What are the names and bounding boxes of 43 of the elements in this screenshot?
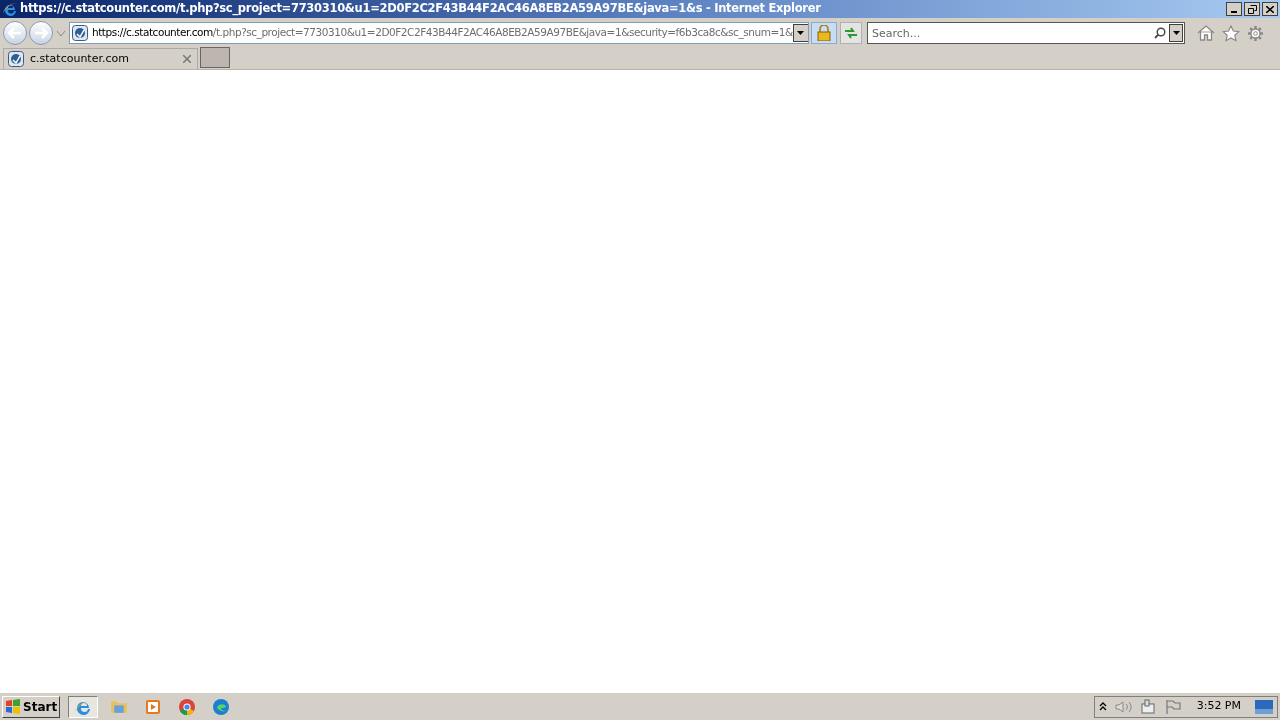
window-title: https://c.statcounter.com/t.php?sc_project=7730310&u1=2D0F2C2F43B44F2AC46A8EB2A59A97BE&java=1&s - Internet Explorer (20, 0, 821, 18)
close-button[interactable] (1262, 2, 1278, 16)
home-icon[interactable] (1197, 25, 1215, 41)
round-browser-icon (178, 697, 197, 716)
network-icon[interactable] (1140, 699, 1157, 714)
browser-logo-icon (2, 1, 18, 17)
restore-icon (1247, 4, 1257, 14)
forward-button[interactable] (29, 21, 53, 45)
close-icon (1266, 5, 1274, 13)
show-desktop-icon[interactable] (1255, 699, 1273, 714)
windows-flag-icon (5, 699, 21, 714)
search-field[interactable]: Search... (867, 22, 1185, 44)
clock-time[interactable]: 3:52 PM (1196, 698, 1241, 715)
search-icon (1154, 27, 1166, 39)
show-hidden-icons-icon[interactable] (1098, 702, 1107, 711)
forward-arrow-icon (34, 27, 48, 39)
favorites-star-icon[interactable] (1222, 24, 1240, 42)
wave-browser-icon (212, 697, 231, 716)
address-field[interactable]: https://c.statcounter.com/t.php?sc_project=7730310&u1=2D0F2C2F43B44F2AC46A8EB2A59A97BE&java=1&security=f6b3ca8c&sc_snum=1& (69, 22, 809, 44)
back-arrow-icon (8, 27, 22, 39)
speaker-icon[interactable] (1114, 699, 1133, 714)
back-button[interactable] (3, 21, 27, 45)
new-tab-button[interactable] (200, 47, 230, 68)
media-player-icon (144, 697, 163, 716)
url-text: https://c.statcounter.com/t.php?sc_project=7730310&u1=2D0F2C2F43B44F2AC46A8EB2A59A97BE&java=1&security=f6b3ca8c&sc_snum=1& (92, 25, 793, 41)
site-favicon-icon (72, 25, 88, 41)
taskbar-app-button[interactable] (68, 695, 99, 718)
minimize-button[interactable] (1226, 2, 1242, 16)
start-button[interactable]: Start (2, 695, 61, 718)
padlock-icon (817, 25, 831, 41)
minimize-icon (1231, 11, 1237, 13)
dropdown-button[interactable] (792, 24, 808, 42)
refresh-arrows-icon (844, 27, 858, 39)
dropdown-arrow-icon (797, 31, 805, 35)
site-favicon-icon (8, 51, 24, 67)
settings-icon[interactable] (1247, 24, 1264, 42)
browser-tab[interactable]: c.statcounter.com (3, 48, 198, 69)
refresh-button[interactable] (840, 22, 862, 44)
restore-button[interactable] (1244, 2, 1260, 16)
flag-icon[interactable] (1164, 699, 1181, 714)
search-dropdown-button[interactable] (1169, 24, 1183, 42)
close-tab-icon[interactable] (183, 55, 191, 63)
dropdown-arrow-icon (1172, 31, 1180, 35)
